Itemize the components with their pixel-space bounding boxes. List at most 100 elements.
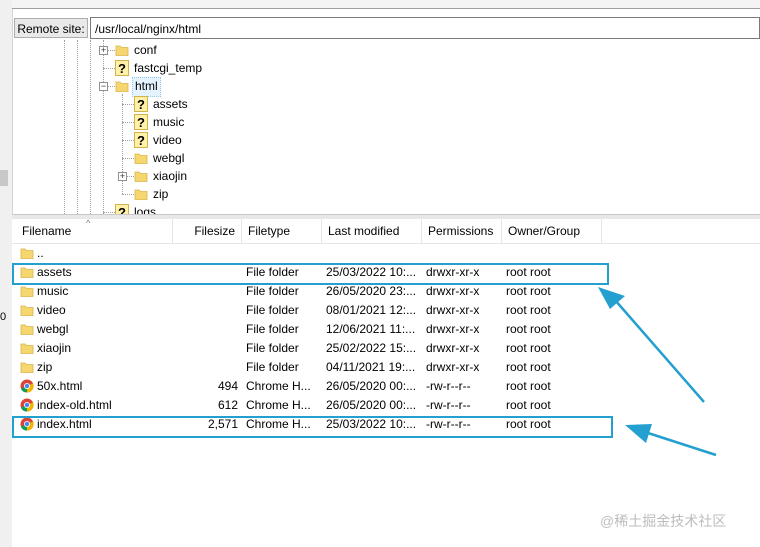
file-list-header: Filename Filesize Filetype Last modified Per… bbox=[12, 219, 760, 244]
tree-item-conf[interactable]: + conf bbox=[14, 41, 760, 59]
unknown-folder-icon: ? bbox=[134, 96, 148, 112]
index-html-row-highlight bbox=[12, 416, 613, 438]
file-permissions: -rw-r--r-- bbox=[426, 379, 471, 393]
column-header-last-modified[interactable]: Last modified bbox=[322, 219, 422, 243]
column-header-filetype[interactable]: Filetype bbox=[242, 219, 322, 243]
file-name: xiaojin bbox=[37, 341, 72, 355]
svg-text:?: ? bbox=[137, 115, 145, 130]
tree-connector bbox=[103, 212, 115, 213]
remote-site-label: Remote site: bbox=[14, 18, 88, 38]
file-modified: 12/06/2021 11:... bbox=[326, 322, 416, 336]
file-row[interactable]: index-old.html 612 Chrome H... 26/05/2020 0… bbox=[16, 396, 756, 415]
tree-item-label: music bbox=[153, 115, 185, 129]
folder-icon bbox=[134, 151, 148, 165]
tree-item-zip[interactable]: zip bbox=[14, 185, 760, 203]
tree-item-fastcgi-temp[interactable]: ? fastcgi_temp bbox=[14, 59, 760, 77]
watermark: @稀土掘金技术社区 bbox=[600, 513, 727, 529]
expand-icon[interactable]: + bbox=[99, 46, 108, 55]
tree-connector bbox=[122, 140, 134, 141]
tree-item-assets[interactable]: ? assets bbox=[14, 95, 760, 113]
file-type: File folder bbox=[246, 360, 299, 374]
file-owner: root root bbox=[506, 398, 551, 412]
file-name: 50x.html bbox=[37, 379, 83, 393]
column-header-filename[interactable]: Filename bbox=[16, 219, 173, 243]
file-permissions: drwxr-xr-x bbox=[426, 303, 480, 317]
tree-connector bbox=[103, 68, 115, 69]
file-size bbox=[176, 358, 238, 377]
file-type: File folder bbox=[246, 303, 299, 317]
file-modified: 25/02/2022 15:... bbox=[326, 341, 417, 355]
tree-item-video[interactable]: ? video bbox=[14, 131, 760, 149]
tree-item-label: conf bbox=[134, 43, 157, 57]
file-size: 494 bbox=[217, 379, 238, 393]
tree-connector bbox=[122, 158, 134, 159]
file-name: video bbox=[37, 303, 66, 317]
folder-icon bbox=[115, 79, 129, 93]
file-row[interactable]: video File folder 08/01/2021 12:... drwxr-x… bbox=[16, 301, 756, 320]
file-name: .. bbox=[37, 246, 44, 260]
folder-icon bbox=[134, 187, 148, 201]
unknown-folder-icon: ? bbox=[134, 132, 148, 148]
file-owner: root root bbox=[506, 303, 551, 317]
file-type: File folder bbox=[246, 322, 299, 336]
local-pane-scroll-mark bbox=[0, 170, 8, 186]
file-size bbox=[176, 244, 238, 263]
file-row[interactable]: 50x.html 494 Chrome H... 26/05/2020 00:... -… bbox=[16, 377, 756, 396]
remote-site-bar: Remote site: /usr/local/nginx/html bbox=[14, 17, 760, 39]
tree-item-label: zip bbox=[153, 187, 169, 201]
svg-text:?: ? bbox=[137, 133, 145, 148]
column-header-filesize[interactable]: Filesize bbox=[173, 219, 242, 243]
tree-item-logs[interactable]: ? logs bbox=[14, 203, 760, 214]
file-type: File folder bbox=[246, 341, 299, 355]
unknown-folder-icon: ? bbox=[115, 204, 129, 214]
file-size bbox=[176, 320, 238, 339]
remote-directory-tree: + conf? fastcgi_temp − html? assets? music ? vid… bbox=[14, 40, 760, 214]
file-owner: root root bbox=[506, 360, 551, 374]
tree-item-xiaojin[interactable]: + xiaojin bbox=[14, 167, 760, 185]
tree-item-label: logs bbox=[134, 205, 157, 214]
file-permissions: -rw-r--r-- bbox=[426, 398, 471, 412]
column-header-permissions[interactable]: Permissions bbox=[422, 219, 502, 243]
tree-item-label: xiaojin bbox=[153, 169, 188, 183]
remote-path-input[interactable]: /usr/local/nginx/html bbox=[90, 17, 760, 39]
svg-text:?: ? bbox=[118, 61, 126, 76]
folder-icon bbox=[20, 303, 34, 317]
folder-icon bbox=[20, 341, 34, 355]
file-size bbox=[176, 301, 238, 320]
toolbar-edge bbox=[12, 0, 760, 9]
file-type: Chrome H... bbox=[246, 379, 311, 393]
file-owner: root root bbox=[506, 322, 551, 336]
tree-item-label: fastcgi_temp bbox=[134, 61, 203, 75]
folder-icon bbox=[20, 246, 34, 260]
file-row[interactable]: .. bbox=[16, 244, 756, 263]
file-modified: 26/05/2020 00:... bbox=[326, 379, 417, 393]
file-name: index-old.html bbox=[37, 398, 112, 412]
file-row[interactable]: xiaojin File folder 25/02/2022 15:... drwxr… bbox=[16, 339, 756, 358]
file-row[interactable]: webgl File folder 12/06/2021 11:... drwxr-x… bbox=[16, 320, 756, 339]
file-row[interactable]: zip File folder 04/11/2021 19:... drwxr-xr-… bbox=[16, 358, 756, 377]
tree-item-music[interactable]: ? music bbox=[14, 113, 760, 131]
tree-connector bbox=[122, 122, 134, 123]
collapse-icon[interactable]: − bbox=[99, 82, 108, 91]
unknown-folder-icon: ? bbox=[134, 114, 148, 130]
file-modified: 04/11/2021 19:... bbox=[326, 360, 416, 374]
tree-connector bbox=[122, 194, 134, 195]
svg-text:?: ? bbox=[118, 205, 126, 214]
column-header-owner-group[interactable]: Owner/Group bbox=[502, 219, 602, 243]
file-owner bbox=[506, 244, 606, 263]
file-permissions: drwxr-xr-x bbox=[426, 360, 480, 374]
file-name: webgl bbox=[37, 322, 69, 336]
expand-icon[interactable]: + bbox=[118, 172, 127, 181]
folder-icon bbox=[134, 169, 148, 183]
file-permissions bbox=[426, 244, 502, 263]
sort-ascending-icon: ^ bbox=[86, 218, 91, 228]
tree-item-webgl[interactable]: webgl bbox=[14, 149, 760, 167]
folder-icon bbox=[20, 360, 34, 374]
file-type: Chrome H... bbox=[246, 398, 311, 412]
file-permissions: drwxr-xr-x bbox=[426, 341, 480, 355]
file-permissions: drwxr-xr-x bbox=[426, 322, 480, 336]
file-name: zip bbox=[37, 360, 53, 374]
chrome-icon bbox=[20, 398, 34, 412]
tree-item-html[interactable]: − html bbox=[14, 77, 760, 97]
folder-icon bbox=[115, 43, 129, 57]
